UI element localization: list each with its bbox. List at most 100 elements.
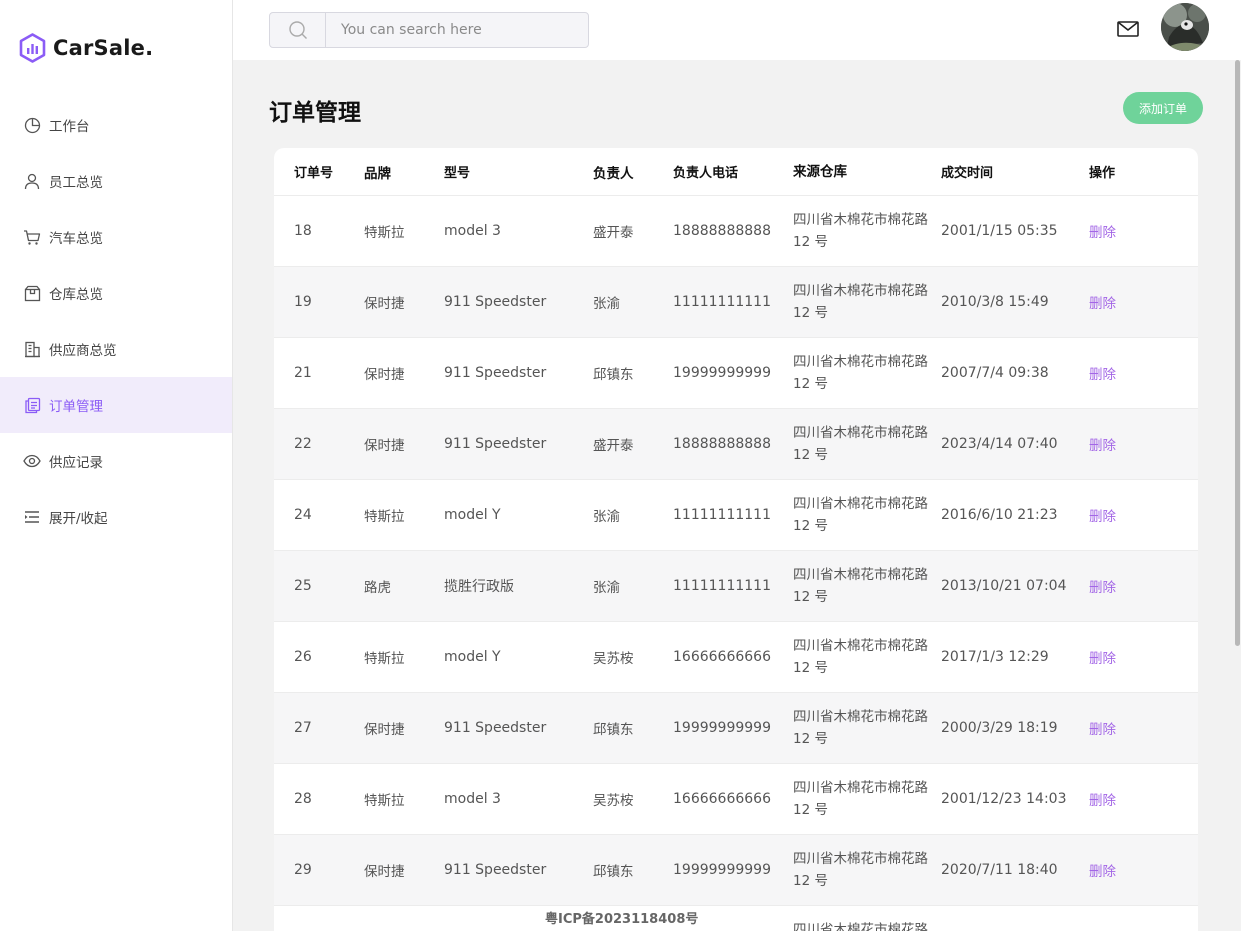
search-button[interactable] [270,13,326,47]
cell-manager: 吴苏桉 [593,651,634,667]
table-row: 29 保时捷 911 Speedster 邱镇东 19999999999 四川省… [274,835,1198,906]
cell-deal-time: 2013/10/21 07:04 [941,578,1067,594]
logo-icon [19,33,46,63]
sidebar-item-label: 订单管理 [49,399,103,415]
sidebar-item-cars[interactable]: 汽车总览 [0,209,232,265]
table-row: 27 保时捷 911 Speedster 邱镇东 19999999999 四川省… [274,693,1198,764]
sidebar-item-suppliers[interactable]: 供应商总览 [0,321,232,377]
delete-link[interactable]: 删除 [1089,651,1116,667]
header-order-id[interactable]: 订单号 [274,162,364,181]
cell-deal-time: 2016/6/10 21:23 [941,507,1058,523]
sidebar-item-warehouses[interactable]: 仓库总览 [0,265,232,321]
cell-brand: 保时捷 [364,438,405,454]
sidebar-item-label: 工作台 [49,119,90,135]
table-header: 订单号 品牌 型号 负责人 负责人电话 来源仓库 成交时间 操作 [274,148,1198,196]
sidebar-item-supply-records[interactable]: 供应记录 [0,433,232,489]
cell-warehouse: 四川省木棉花市棉花路 12 号 [793,496,928,534]
cell-manager: 邱镇东 [593,367,634,383]
delete-link[interactable]: 删除 [1089,509,1116,525]
cell-brand: 路虎 [364,580,391,596]
delete-link[interactable]: 删除 [1089,296,1116,312]
header-manager-phone[interactable]: 负责人电话 [673,162,793,181]
menu-toggle-icon [23,508,41,526]
cell-deal-time: 2007/7/4 09:38 [941,365,1049,381]
sidebar-item-dashboard[interactable]: 工作台 [0,97,232,153]
header-manager[interactable]: 负责人 [593,162,673,182]
avatar[interactable] [1161,3,1209,51]
cell-warehouse: 四川省木棉花市棉花路 12 号 [793,283,928,321]
sidebar-item-label: 仓库总览 [49,287,103,303]
header-brand[interactable]: 品牌 [364,162,444,182]
cell-manager: 张渝 [593,296,620,312]
cell-order-id: 29 [294,862,312,878]
cell-warehouse: 四川省木棉花市棉花路 12 号 [793,354,928,392]
mail-icon [1117,21,1139,37]
sidebar-item-label: 展开/收起 [49,511,108,527]
cell-order-id: 21 [294,365,312,381]
cell-brand: 特斯拉 [364,509,405,525]
warehouse-icon [23,284,41,302]
cell-deal-time: 2000/3/29 18:19 [941,720,1058,736]
sidebar-item-label: 员工总览 [49,175,103,191]
cell-model: 911 Speedster [444,862,547,878]
cell-model: 揽胜行政版 [444,579,514,595]
sidebar-item-toggle[interactable]: 展开/收起 [0,489,232,545]
page-scrollbar[interactable] [1234,60,1241,931]
icp-footer[interactable]: 粤ICP备2023118408号 [545,908,698,927]
building-icon [23,340,41,358]
delete-link[interactable]: 删除 [1089,438,1116,454]
delete-link[interactable]: 删除 [1089,722,1116,738]
cell-phone: 11111111111 [673,578,771,594]
header-source-warehouse[interactable]: 来源仓库 [793,161,941,183]
header-model[interactable]: 型号 [444,162,593,181]
cell-model: model 3 [444,791,501,807]
cell-warehouse: 四川省木棉花市棉花路 12 号 [793,851,928,889]
cell-brand: 保时捷 [364,864,405,880]
orders-table: 订单号 品牌 型号 负责人 负责人电话 来源仓库 成交时间 操作 18 特斯拉 … [274,148,1198,931]
cell-order-id: 22 [294,436,312,452]
sidebar-item-employees[interactable]: 员工总览 [0,153,232,209]
cell-warehouse: 四川省木棉花市棉花路 12 号 [793,425,928,463]
user-icon [23,172,41,190]
search-input[interactable] [326,13,588,47]
cell-warehouse: 四川省木棉花市棉花路 12 号 [793,212,928,250]
scrollbar-thumb[interactable] [1235,60,1240,646]
delete-link[interactable]: 删除 [1089,793,1116,809]
cell-manager: 邱镇东 [593,722,634,738]
add-order-button[interactable]: 添加订单 [1123,92,1203,124]
delete-link[interactable]: 删除 [1089,367,1116,383]
cell-manager: 张渝 [593,509,620,525]
cell-model: 911 Speedster [444,720,547,736]
header-deal-time[interactable]: 成交时间 [941,162,1089,181]
sidebar-item-label: 供应记录 [49,455,103,471]
sidebar-item-label: 供应商总览 [49,343,117,359]
table-row: 19 保时捷 911 Speedster 张渝 11111111111 四川省木… [274,267,1198,338]
search-box [269,12,589,48]
delete-link[interactable]: 删除 [1089,225,1116,241]
cell-order-id: 19 [294,294,312,310]
cell-phone: 19999999999 [673,720,771,736]
table-row: 18 特斯拉 model 3 盛开泰 18888888888 四川省木棉花市棉花… [274,196,1198,267]
brand-logo[interactable]: CarSale. [19,32,153,64]
cell-model: 911 Speedster [444,365,547,381]
cell-order-id: 26 [294,649,312,665]
brand-name: CarSale. [53,36,154,60]
cell-brand: 特斯拉 [364,225,405,241]
cell-phone: 16666666666 [673,649,771,665]
cell-warehouse: 四川省木棉花市棉花路 12 号 [793,567,928,605]
sidebar-item-orders[interactable]: 订单管理 [0,377,232,433]
cell-order-id: 28 [294,791,312,807]
mail-button[interactable] [1117,20,1139,38]
cell-deal-time: 2010/3/8 15:49 [941,294,1049,310]
table-row: 28 特斯拉 model 3 吴苏桉 16666666666 四川省木棉花市棉花… [274,764,1198,835]
cell-order-id: 24 [294,507,312,523]
cell-deal-time: 2023/4/14 07:40 [941,436,1058,452]
cell-manager: 盛开泰 [593,225,634,241]
cart-icon [23,228,41,246]
delete-link[interactable]: 删除 [1089,864,1116,880]
cell-manager: 盛开泰 [593,438,634,454]
page-title: 订单管理 [269,100,361,126]
cell-order-id: 18 [294,223,312,239]
cell-manager: 邱镇东 [593,864,634,880]
delete-link[interactable]: 删除 [1089,580,1116,596]
